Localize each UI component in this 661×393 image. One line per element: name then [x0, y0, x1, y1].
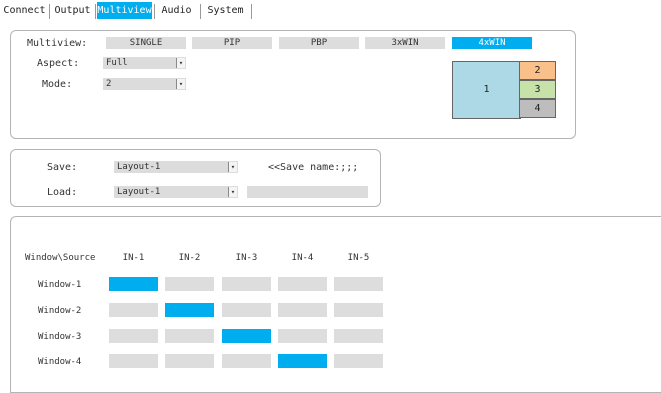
route-cell-window3-in4[interactable] [278, 329, 327, 343]
mode-4xwin-button[interactable]: 4xWIN [452, 37, 532, 49]
route-cell-window2-in5[interactable] [334, 303, 383, 317]
multiview-label: Multiview: [27, 38, 88, 49]
mode-pip-button[interactable]: PIP [192, 37, 272, 49]
tab-system[interactable]: System [204, 2, 247, 19]
tab-separator [95, 4, 96, 19]
route-cell-window1-in2[interactable] [165, 277, 214, 291]
route-cell-window2-in3[interactable] [222, 303, 271, 317]
source-header: IN-1 [122, 253, 145, 263]
mode-single-button[interactable]: SINGLE [106, 37, 186, 49]
chevron-down-icon: ▾ [228, 187, 237, 197]
load-value: Layout-1 [117, 187, 161, 197]
tab-bar: Connect Output Multiview Audio System [0, 0, 661, 22]
load-select[interactable]: Layout-1 ▾ [114, 186, 238, 198]
route-cell-window3-in5[interactable] [334, 329, 383, 343]
routing-corner-label: Window\Source [25, 253, 96, 263]
route-cell-window1-in1[interactable] [109, 277, 158, 291]
aspect-select[interactable]: Full ▾ [103, 57, 186, 69]
route-cell-window1-in4[interactable] [278, 277, 327, 291]
route-cell-window1-in5[interactable] [334, 277, 383, 291]
source-header: IN-2 [178, 253, 201, 263]
route-cell-window2-in4[interactable] [278, 303, 327, 317]
layout-preview: 1 2 3 4 [452, 61, 556, 119]
tab-separator [49, 4, 50, 19]
save-name-input[interactable] [247, 186, 368, 198]
route-cell-window4-in3[interactable] [222, 354, 271, 368]
save-value: Layout-1 [117, 162, 161, 172]
mode-select[interactable]: 2 ▾ [103, 78, 186, 90]
tab-separator [251, 4, 252, 19]
tab-output[interactable]: Output [52, 2, 93, 19]
preview-window-4: 4 [519, 99, 556, 118]
route-cell-window4-in4[interactable] [278, 354, 327, 368]
layout-panel [10, 149, 381, 207]
load-label: Load: [47, 187, 78, 198]
save-name-hint: <<Save name:;;; [268, 162, 359, 173]
route-cell-window2-in2[interactable] [165, 303, 214, 317]
tab-connect[interactable]: Connect [2, 2, 47, 19]
route-cell-window3-in3[interactable] [222, 329, 271, 343]
route-cell-window4-in1[interactable] [109, 354, 158, 368]
route-cell-window2-in1[interactable] [109, 303, 158, 317]
source-header: IN-3 [235, 253, 258, 263]
window-row-label: Window-2 [38, 306, 82, 316]
route-cell-window4-in5[interactable] [334, 354, 383, 368]
tab-multiview[interactable]: Multiview [97, 2, 152, 19]
tab-separator [154, 4, 155, 19]
route-cell-window1-in3[interactable] [222, 277, 271, 291]
tab-separator [200, 4, 201, 19]
source-header: IN-5 [347, 253, 370, 263]
preview-window-3: 3 [519, 80, 556, 99]
source-header: IN-4 [291, 253, 314, 263]
tab-audio[interactable]: Audio [158, 2, 195, 19]
window-row-label: Window-4 [38, 357, 82, 367]
preview-window-1: 1 [452, 61, 521, 119]
mode-3xwin-button[interactable]: 3xWIN [365, 37, 445, 49]
mode-pbp-button[interactable]: PBP [279, 37, 359, 49]
window-row-label: Window-1 [38, 280, 82, 290]
mode-value: 2 [106, 79, 112, 89]
chevron-down-icon: ▾ [176, 58, 185, 68]
chevron-down-icon: ▾ [176, 79, 185, 89]
save-select[interactable]: Layout-1 ▾ [114, 161, 238, 173]
route-cell-window3-in1[interactable] [109, 329, 158, 343]
preview-window-2: 2 [519, 61, 556, 80]
save-label: Save: [47, 162, 78, 173]
mode-label: Mode: [42, 79, 73, 90]
aspect-label: Aspect: [37, 58, 80, 69]
route-cell-window4-in2[interactable] [165, 354, 214, 368]
chevron-down-icon: ▾ [228, 162, 237, 172]
window-row-label: Window-3 [38, 332, 82, 342]
aspect-value: Full [106, 58, 128, 68]
route-cell-window3-in2[interactable] [165, 329, 214, 343]
